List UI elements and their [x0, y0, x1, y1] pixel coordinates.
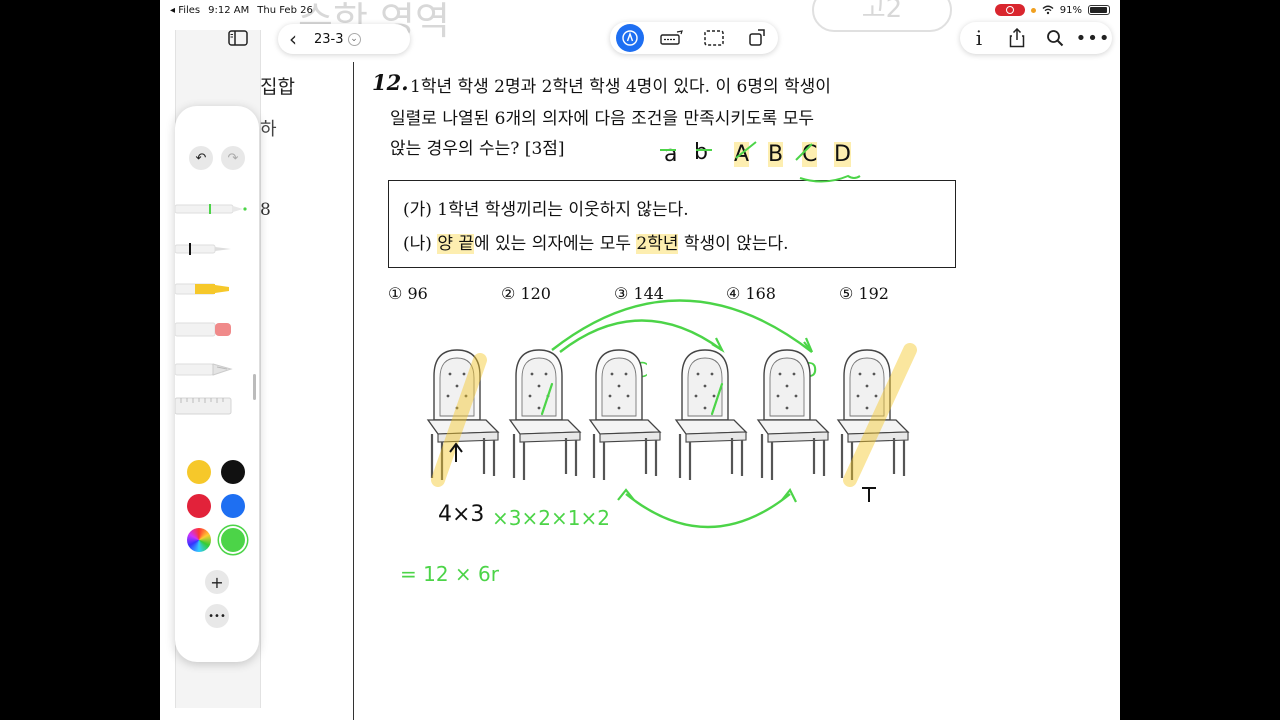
swap-arc-upper-large [551, 299, 813, 353]
green-check-strokes [735, 141, 813, 161]
chairs-illustration [426, 141, 917, 529]
t-mark-icon [862, 487, 876, 502]
ipad-screen: 수학 영역 고2 ◂ Files 9:12 AM Thu Feb 26 91% … [160, 0, 1120, 720]
arc-arrowhead-icon [711, 337, 725, 353]
chair-2 [508, 348, 582, 482]
chair-5 [756, 348, 830, 482]
green-underline-strokes [660, 149, 861, 183]
swap-arc-upper-small [559, 319, 723, 353]
swap-arc-lower [625, 493, 791, 529]
chair-4 [674, 348, 748, 482]
chair-3 [588, 348, 662, 482]
